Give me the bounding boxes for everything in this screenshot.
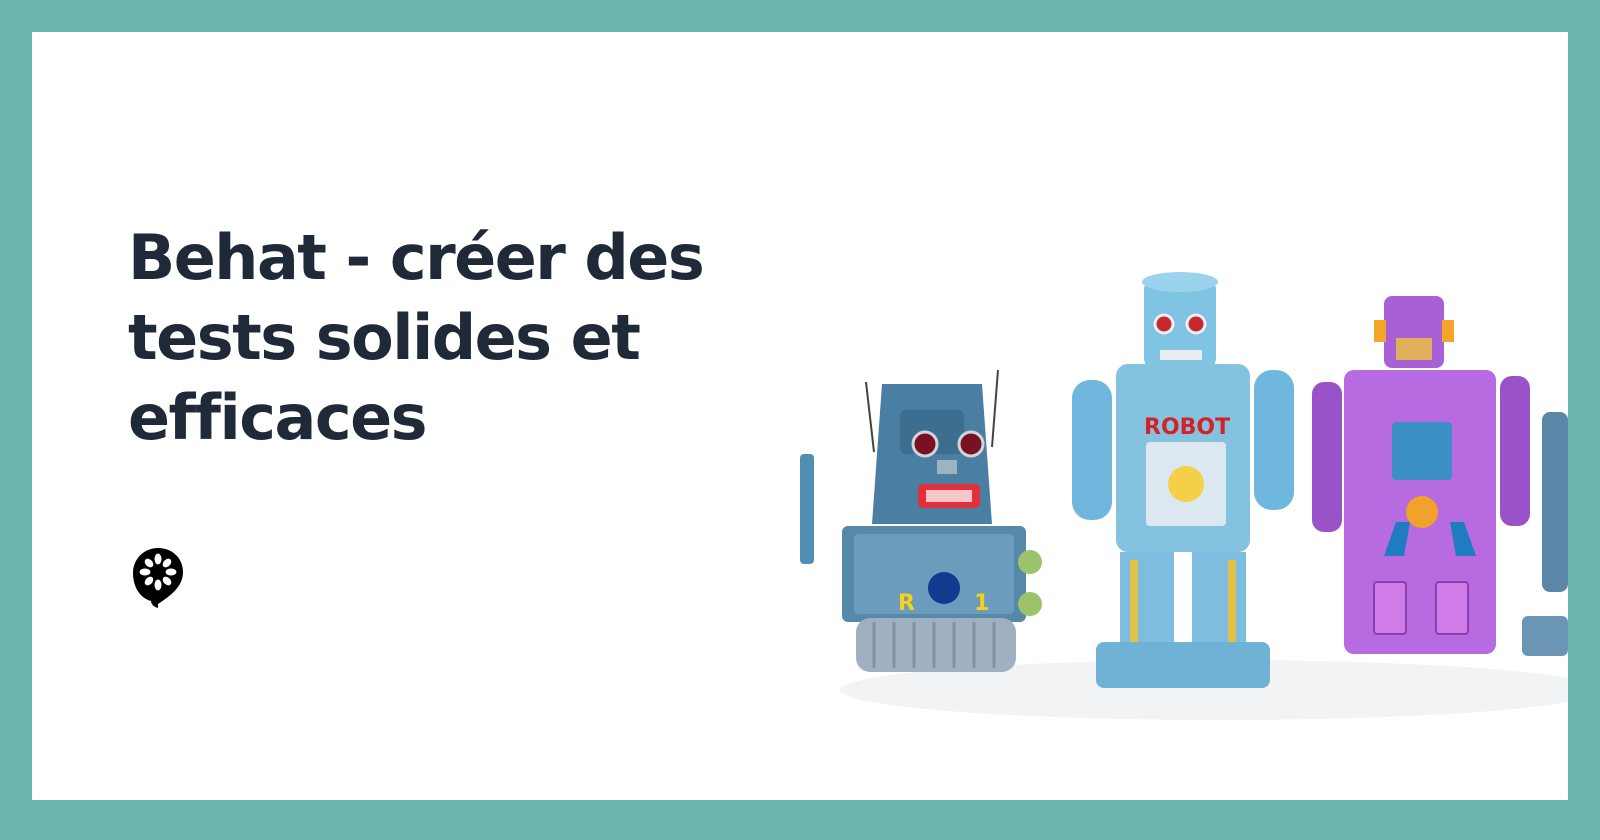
robots-photo: R 1 ROBOT (800, 232, 1568, 800)
article-card: Behat - créer des tests solides et effic… (32, 32, 1568, 800)
svg-text:ROBOT: ROBOT (1144, 415, 1230, 440)
svg-text:1: 1 (974, 591, 989, 616)
article-title: Behat - créer des tests solides et effic… (128, 221, 705, 454)
cucumber-logo-icon (133, 548, 183, 608)
svg-text:R: R (898, 591, 915, 616)
partial-robot-left (800, 454, 814, 564)
